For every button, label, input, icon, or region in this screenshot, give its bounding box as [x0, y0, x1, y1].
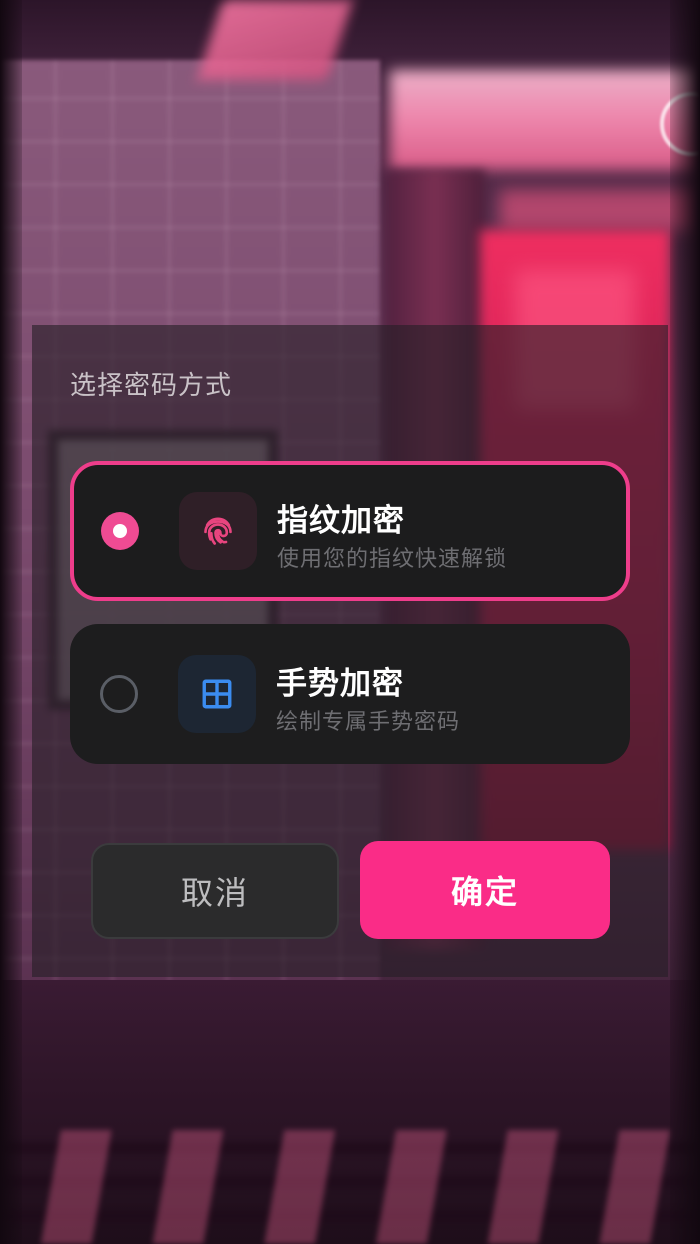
- grid-icon-box: [178, 655, 256, 733]
- screen: 选择密码方式 指纹加密 使用您的指纹快速解锁 手势加密 绘制专属手势密码 取消 …: [0, 0, 700, 1244]
- dialog-title: 选择密码方式: [70, 371, 233, 401]
- option-title: 指纹加密: [277, 503, 405, 539]
- option-fingerprint[interactable]: 指纹加密 使用您的指纹快速解锁: [70, 461, 630, 601]
- confirm-button[interactable]: 确定: [360, 841, 610, 939]
- radio-fingerprint[interactable]: [101, 512, 139, 550]
- fingerprint-icon-box: [179, 492, 257, 570]
- option-title: 手势加密: [276, 666, 404, 702]
- option-gesture[interactable]: 手势加密 绘制专属手势密码: [70, 624, 630, 764]
- password-method-dialog: 选择密码方式 指纹加密 使用您的指纹快速解锁 手势加密 绘制专属手势密码 取消 …: [32, 325, 668, 977]
- cancel-button[interactable]: 取消: [91, 843, 339, 939]
- option-subtitle: 使用您的指纹快速解锁: [277, 547, 508, 572]
- radio-gesture[interactable]: [100, 675, 138, 713]
- fingerprint-icon: [204, 517, 232, 545]
- grid-icon: [202, 679, 232, 709]
- option-subtitle: 绘制专属手势密码: [276, 710, 461, 735]
